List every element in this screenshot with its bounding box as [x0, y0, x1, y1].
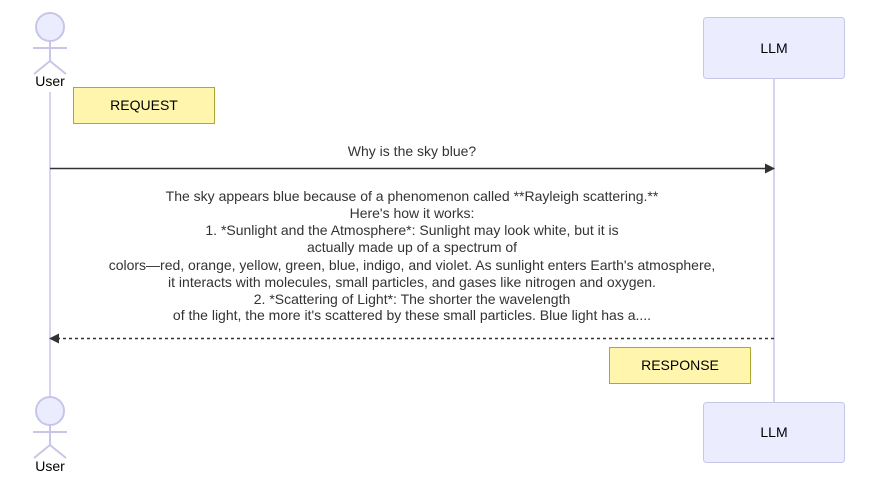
- sequence-diagram: User LLM REQUEST Why is the sky blue? Th…: [33, 12, 845, 474]
- llm-label-bottom: LLM: [760, 424, 787, 440]
- user-actor-bottom: User: [33, 396, 67, 474]
- response-line: of the light, the more it's scattered by…: [173, 307, 651, 323]
- response-message-text: The sky appears blue because of a phenom…: [109, 188, 716, 323]
- response-line: actually made up of a spectrum of: [307, 239, 517, 255]
- response-line: The sky appears blue because of a phenom…: [166, 188, 659, 204]
- user-actor-leg-left: [33, 444, 51, 459]
- user-actor-label-top: User: [35, 73, 65, 89]
- user-actor-head: [35, 396, 65, 426]
- response-line: Here's how it works:: [350, 205, 475, 221]
- response-line: 2. *Scattering of Light*: The shorter th…: [254, 291, 571, 307]
- response-note-label: RESPONSE: [641, 357, 719, 373]
- request-message-text: Why is the sky blue?: [348, 143, 477, 159]
- user-actor-head: [35, 12, 65, 42]
- user-actor-label-bottom: User: [35, 458, 65, 474]
- response-line: colors—red, orange, yellow, green, blue,…: [109, 257, 716, 273]
- user-actor-leg-right: [49, 444, 67, 459]
- llm-participant-top: LLM: [703, 17, 845, 79]
- llm-label-top: LLM: [760, 40, 787, 56]
- user-actor-top: User: [33, 12, 67, 89]
- request-note-label: REQUEST: [110, 97, 178, 113]
- response-line: 1. *Sunlight and the Atmosphere*: Sunlig…: [205, 222, 618, 238]
- request-note: REQUEST: [73, 87, 215, 124]
- response-note: RESPONSE: [609, 347, 751, 384]
- llm-participant-bottom: LLM: [703, 402, 845, 463]
- response-line: it interacts with molecules, small parti…: [168, 274, 656, 290]
